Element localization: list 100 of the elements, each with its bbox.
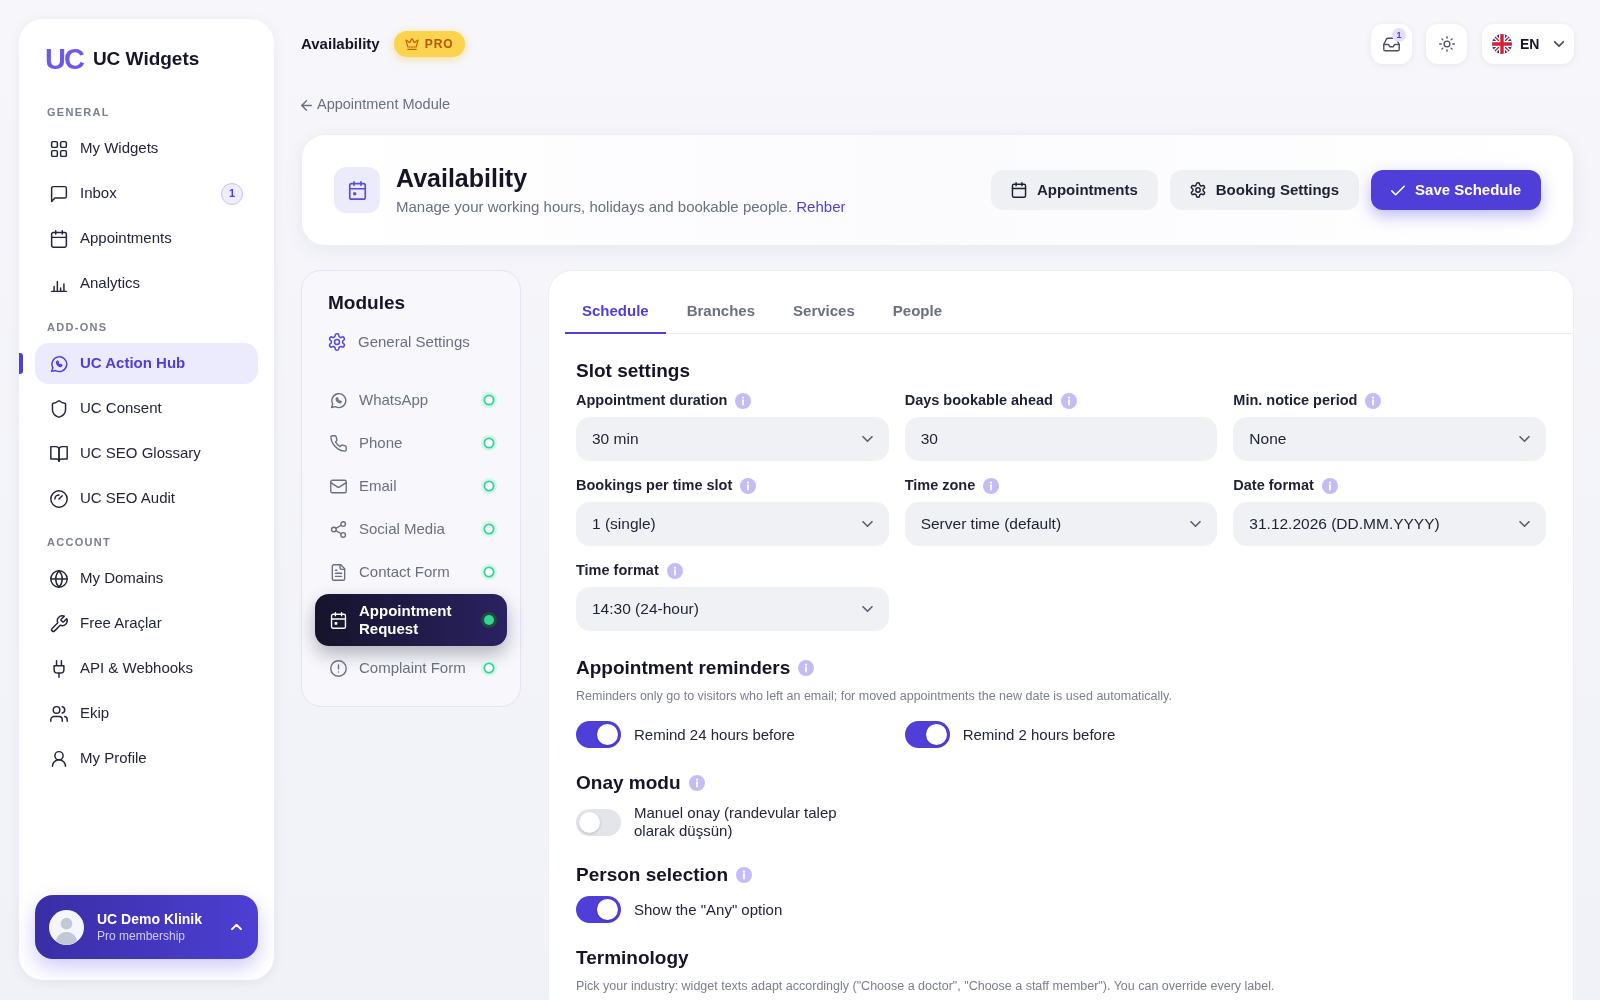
toggle-label: Show the "Any" option bbox=[634, 900, 783, 919]
chat-bubble-icon bbox=[50, 184, 68, 203]
status-dot bbox=[481, 435, 497, 451]
section-title: Person selection bbox=[576, 863, 729, 887]
info-icon[interactable] bbox=[1321, 478, 1338, 494]
info-icon[interactable] bbox=[666, 563, 683, 579]
tab[interactable]: People bbox=[875, 291, 959, 334]
tab[interactable]: Branches bbox=[669, 291, 773, 334]
sun-icon bbox=[1438, 36, 1455, 52]
select-field[interactable]: 30 min bbox=[576, 417, 889, 461]
count-badge: 1 bbox=[221, 182, 243, 205]
plug-icon bbox=[50, 659, 68, 678]
sidebar-item[interactable]: Inbox 1 bbox=[35, 173, 258, 214]
brand-name: UC Widgets bbox=[92, 47, 200, 71]
avatar-icon bbox=[49, 909, 84, 945]
sidebar-item[interactable]: UC SEO Glossary bbox=[35, 433, 258, 474]
user-icon bbox=[50, 749, 68, 768]
header-button[interactable]: Booking Settings bbox=[1169, 170, 1360, 210]
select-field[interactable]: None bbox=[1233, 417, 1546, 461]
sidebar-item[interactable]: My Widgets bbox=[35, 128, 258, 169]
phone-icon bbox=[330, 434, 347, 452]
sidebar-item[interactable]: Analytics bbox=[35, 263, 258, 304]
module-item[interactable]: Phone bbox=[315, 422, 507, 464]
sidebar-item[interactable]: UC SEO Audit bbox=[35, 478, 258, 519]
header-button[interactable]: Appointments bbox=[990, 170, 1158, 210]
settings-link[interactable]: General Settings bbox=[315, 330, 507, 354]
toggle-switch[interactable] bbox=[576, 808, 621, 836]
field-label: Min. notice period bbox=[1233, 391, 1358, 411]
sidebar-item[interactable]: My Domains bbox=[35, 558, 258, 599]
profile-card[interactable]: UC Demo Klinik Pro membership bbox=[35, 895, 258, 959]
sidebar-item[interactable]: UC Consent bbox=[35, 388, 258, 429]
module-item[interactable]: Social Media bbox=[315, 508, 507, 550]
toggle-switch[interactable] bbox=[576, 721, 621, 748]
calendar-icon bbox=[1010, 182, 1027, 198]
field-label: Time format bbox=[576, 561, 659, 581]
tab[interactable]: Services bbox=[776, 291, 872, 334]
field-label: Appointment duration bbox=[576, 391, 728, 411]
toggle-switch[interactable] bbox=[576, 896, 621, 923]
sidebar-item[interactable]: Free Araçlar bbox=[35, 603, 258, 644]
toggle-switch[interactable] bbox=[904, 721, 950, 748]
shield-icon bbox=[50, 399, 68, 418]
globe-icon bbox=[50, 569, 68, 588]
module-item[interactable]: Contact Form bbox=[315, 551, 507, 593]
guide-link[interactable]: Rehber bbox=[796, 197, 846, 215]
arrow-left-icon bbox=[301, 99, 312, 111]
info-icon[interactable] bbox=[740, 478, 757, 494]
section-title: Appointment reminders bbox=[576, 656, 791, 680]
sidebar-item[interactable]: API & Webhooks bbox=[35, 648, 258, 689]
widgets-grid-icon bbox=[50, 139, 68, 158]
toggle-label: Manuel onay (randevular talep olarak düşsün) bbox=[634, 804, 838, 840]
tab[interactable]: Schedule bbox=[565, 291, 666, 334]
header-button[interactable]: Save Schedule bbox=[1371, 170, 1541, 210]
status-dot bbox=[481, 521, 497, 537]
info-icon[interactable] bbox=[736, 867, 753, 883]
section-title: Onay modu bbox=[576, 771, 681, 795]
section-heading: GENERAL bbox=[46, 105, 111, 120]
info-icon[interactable] bbox=[983, 478, 1000, 494]
toggle-label: Remind 2 hours before bbox=[962, 725, 1116, 744]
sidebar-item[interactable]: Ekip bbox=[35, 693, 258, 734]
share-icon bbox=[330, 520, 347, 538]
input-field[interactable]: 30 bbox=[904, 417, 1218, 461]
section-title: Terminology bbox=[576, 946, 689, 970]
info-icon[interactable] bbox=[1060, 393, 1077, 409]
sidebar-item[interactable]: Appointments bbox=[35, 218, 258, 259]
people-icon bbox=[50, 704, 68, 723]
select-field[interactable]: 1 (single) bbox=[576, 502, 889, 546]
chevron-down-icon bbox=[1519, 436, 1530, 442]
theme-toggle-button[interactable] bbox=[1426, 24, 1467, 64]
chevron-down-icon bbox=[861, 436, 873, 442]
field-label: Bookings per time slot bbox=[576, 476, 733, 496]
info-icon[interactable] bbox=[1365, 393, 1382, 409]
module-item[interactable]: Appointment Request bbox=[315, 594, 507, 646]
calendar-icon bbox=[334, 167, 380, 213]
module-item[interactable]: Complaint Form bbox=[315, 647, 507, 689]
inbox-button[interactable]: 1 bbox=[1371, 24, 1412, 64]
status-dot bbox=[481, 612, 497, 628]
notification-count: 1 bbox=[1392, 28, 1406, 42]
chevron-down-icon bbox=[1554, 41, 1564, 47]
panel-title: Modules bbox=[327, 291, 407, 315]
status-dot bbox=[481, 392, 497, 408]
module-item[interactable]: WhatsApp bbox=[315, 379, 507, 421]
info-icon[interactable] bbox=[735, 393, 752, 409]
back-link[interactable]: Appointment Module bbox=[301, 95, 450, 115]
field-label: Time zone bbox=[904, 476, 976, 496]
page-description: Manage your working hours, holidays and bookable people. Rehber bbox=[396, 196, 846, 217]
section-description: Pick your industry: widget texts adapt accordingly ("Choose a doctor", "Choose a staff member"). You can override every label. bbox=[576, 978, 1276, 995]
sidebar-item[interactable]: My Profile bbox=[35, 738, 258, 779]
info-icon[interactable] bbox=[798, 660, 815, 676]
info-icon[interactable] bbox=[688, 775, 705, 791]
status-dot bbox=[481, 564, 497, 580]
section-heading: ACCOUNT bbox=[46, 535, 113, 550]
language-button[interactable]: EN bbox=[1482, 24, 1574, 64]
settings-icon bbox=[1189, 182, 1206, 198]
select-field[interactable]: 14:30 (24-hour) bbox=[576, 587, 889, 631]
select-field[interactable]: Server time (default) bbox=[904, 502, 1218, 546]
section-title: Slot settings bbox=[576, 359, 690, 383]
status-dot bbox=[481, 478, 497, 494]
module-item[interactable]: Email bbox=[315, 465, 507, 507]
settings-icon bbox=[328, 333, 346, 351]
select-field[interactable]: 31.12.2026 (DD.MM.YYYY) bbox=[1233, 502, 1546, 546]
